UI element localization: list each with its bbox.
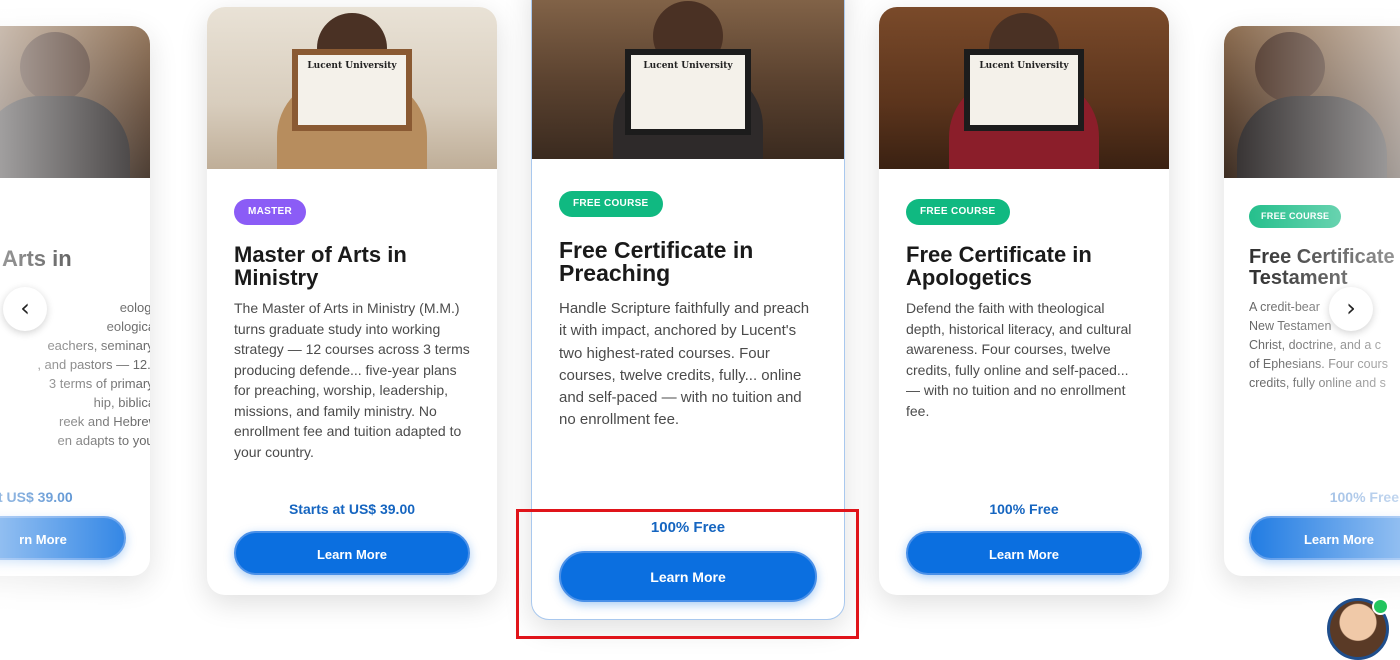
card-price: t US$ 39.00 bbox=[0, 489, 73, 505]
free-course-badge: FREE COURSE bbox=[559, 191, 663, 217]
card-description: Handle Scripture faithfully and preach i… bbox=[559, 300, 810, 429]
chevron-left-icon: ‹ bbox=[20, 294, 30, 322]
diploma-image: Lucent University bbox=[292, 49, 412, 131]
learn-more-button[interactable]: rn More bbox=[0, 516, 126, 560]
card-price: 100% Free bbox=[989, 501, 1059, 517]
free-course-badge: FREE COURSE bbox=[1249, 205, 1342, 228]
diploma-image: Lucent University bbox=[625, 49, 751, 135]
card-title: Free Certificate in Preaching bbox=[559, 237, 754, 286]
carousel-next-button[interactable]: › bbox=[1329, 287, 1373, 331]
card-title: Free Certificate Testament bbox=[1249, 246, 1395, 289]
course-card-free-apologetics: Lucent University FREE COURSE Free Certi… bbox=[879, 7, 1169, 595]
card-photo bbox=[1224, 26, 1400, 178]
card-photo bbox=[0, 26, 150, 178]
free-course-badge: FREE COURSE bbox=[906, 199, 1010, 225]
course-card-partial-right: FREE COURSE Free Certificate Testament A… bbox=[1224, 26, 1400, 576]
learn-more-button[interactable]: Learn More bbox=[906, 531, 1142, 575]
card-price: Starts at US$ 39.00 bbox=[288, 501, 416, 517]
card-title: Master of Arts in Ministry bbox=[234, 242, 407, 290]
chevron-right-icon: › bbox=[1346, 294, 1356, 322]
diploma-image: Lucent University bbox=[964, 49, 1084, 131]
online-status-dot bbox=[1372, 598, 1389, 615]
card-description: Defend the faith with theological depth,… bbox=[906, 300, 1132, 419]
carousel-prev-button[interactable]: ‹ bbox=[3, 287, 47, 331]
card-price: 100% Free bbox=[1329, 489, 1399, 505]
card-description: The Master of Arts in Ministry (M.M.) tu… bbox=[234, 300, 470, 460]
card-description: A credit-bear New Testamen Christ, doctr… bbox=[1249, 300, 1388, 390]
master-badge: MASTER bbox=[234, 199, 307, 225]
annotation-highlight-box bbox=[516, 509, 859, 639]
chat-avatar-button[interactable] bbox=[1327, 598, 1389, 660]
card-title: Free Certificate in Apologetics bbox=[906, 242, 1092, 290]
learn-more-button[interactable]: Learn More bbox=[1249, 516, 1400, 560]
card-title: Arts in bbox=[2, 246, 72, 271]
learn-more-button[interactable]: Learn More bbox=[234, 531, 470, 575]
card-photo: Lucent University bbox=[207, 7, 497, 169]
card-photo: Lucent University bbox=[532, 0, 844, 159]
course-card-master-ministry: Lucent University MASTER Master of Arts … bbox=[207, 7, 497, 595]
card-photo: Lucent University bbox=[879, 7, 1169, 169]
